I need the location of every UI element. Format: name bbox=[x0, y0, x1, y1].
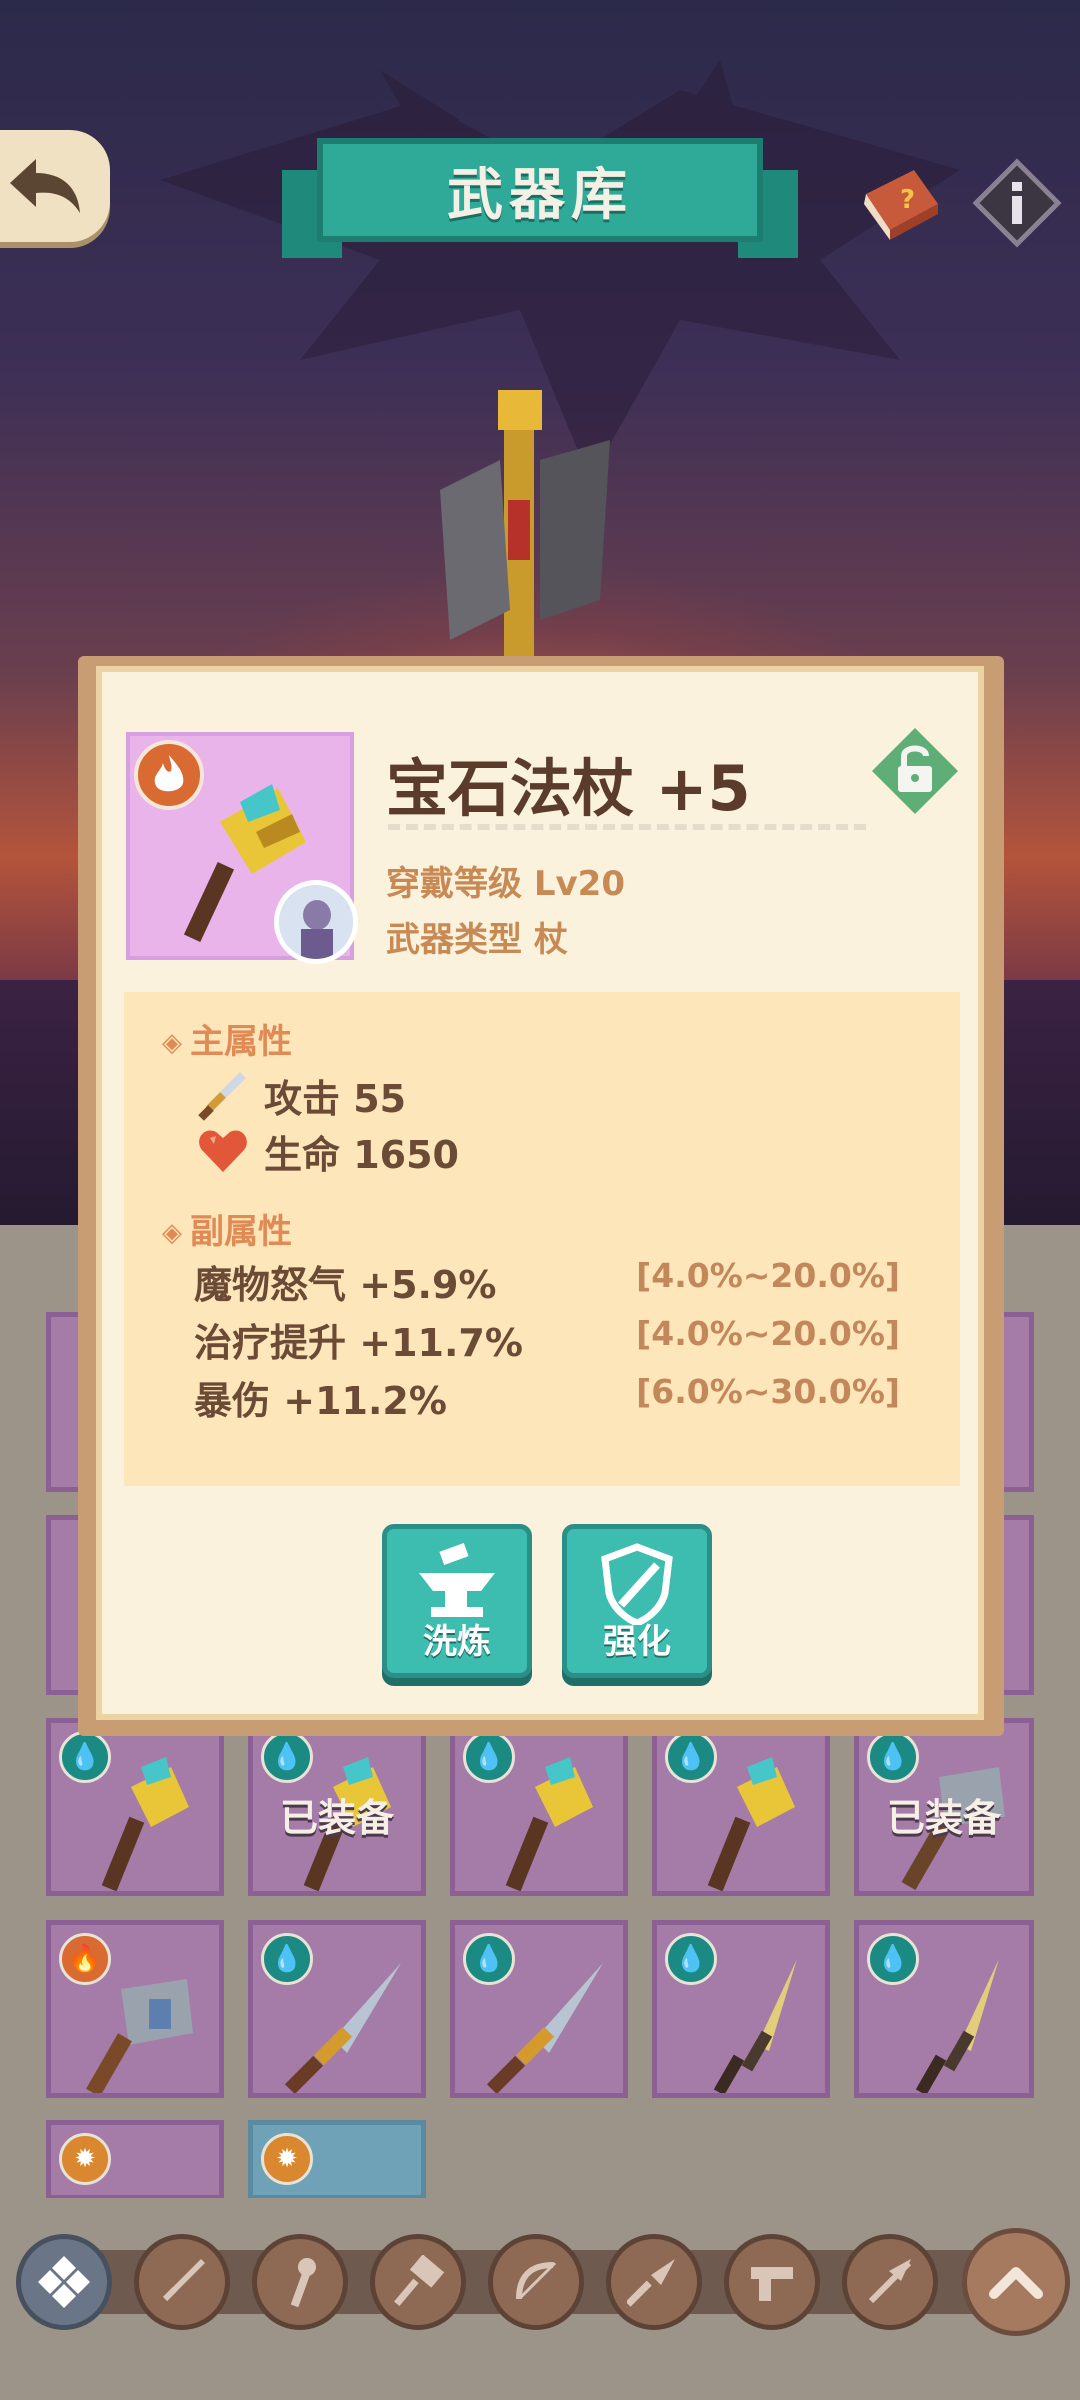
tab-staff[interactable] bbox=[252, 2234, 348, 2330]
sub-stat-range: [6.0%~30.0%] bbox=[636, 1372, 900, 1411]
item-portrait bbox=[126, 732, 358, 964]
weapon-type: 武器类型 杖 bbox=[386, 920, 568, 960]
fire-element-icon bbox=[134, 740, 204, 810]
tab-all[interactable] bbox=[16, 2234, 112, 2330]
sub-stat-range: [4.0%~20.0%] bbox=[636, 1314, 900, 1353]
sun-element-icon: ✹ bbox=[59, 2133, 111, 2185]
tab-bow[interactable] bbox=[488, 2234, 584, 2330]
inventory-slot[interactable]: 💧 bbox=[854, 1920, 1034, 2098]
sword-icon bbox=[198, 1072, 246, 1121]
back-button[interactable] bbox=[0, 130, 110, 242]
diamond-bullet-icon: ◈ bbox=[162, 1218, 182, 1248]
divider bbox=[388, 824, 866, 830]
item-detail-card: 宝石法杖 +5 穿戴等级 Lv20 武器类型 杖 ◈ 主属性 攻击 55 生命 1… bbox=[96, 666, 984, 1720]
lance-category-icon bbox=[868, 2259, 912, 2304]
wear-level: 穿戴等级 Lv20 bbox=[386, 864, 625, 904]
equipped-label: 已装备 bbox=[279, 1796, 394, 1840]
shield-sword-icon bbox=[601, 1543, 673, 1625]
main-attributes-heading: ◈ 主属性 bbox=[162, 1022, 292, 1062]
reforge-label: 洗炼 bbox=[423, 1622, 491, 1662]
enhance-label: 强化 bbox=[603, 1622, 671, 1662]
tab-sword[interactable] bbox=[134, 2234, 230, 2330]
collapse-button[interactable] bbox=[962, 2228, 1070, 2336]
tab-gun[interactable] bbox=[724, 2234, 820, 2330]
hammer-icon bbox=[440, 390, 610, 670]
inventory-slot[interactable]: ✹ bbox=[46, 2120, 224, 2200]
reforge-button[interactable]: 洗炼 bbox=[382, 1524, 532, 1678]
inventory-slot[interactable]: 💧 bbox=[652, 1920, 830, 2098]
character-avatar-icon bbox=[274, 880, 358, 964]
sub-stat: 暴伤 +11.2% bbox=[194, 1379, 447, 1423]
sun-element-icon: ✹ bbox=[261, 2133, 313, 2185]
inventory-slot[interactable]: ✹ bbox=[248, 2120, 426, 2200]
tab-lance[interactable] bbox=[842, 2234, 938, 2330]
sub-stat: 魔物怒气 +5.9% bbox=[194, 1263, 497, 1307]
tab-spear[interactable] bbox=[606, 2234, 702, 2330]
equipped-label: 已装备 bbox=[886, 1796, 1001, 1840]
title-banner: 武器库 bbox=[282, 138, 798, 262]
inventory-slot[interactable]: 🔥 bbox=[46, 1920, 224, 2098]
staff-category-icon bbox=[290, 2258, 316, 2308]
item-name: 宝石法杖 +5 bbox=[386, 752, 751, 825]
inventory-slot[interactable]: 💧 bbox=[46, 1718, 224, 1896]
gem-staff-icon bbox=[505, 1757, 593, 1891]
attack-stat: 攻击 55 bbox=[264, 1077, 407, 1121]
dagger-icon bbox=[284, 1963, 401, 2093]
anvil-icon bbox=[419, 1543, 495, 1617]
gem-staff-icon bbox=[101, 1757, 189, 1891]
hammer-icon bbox=[86, 1979, 193, 2093]
svg-text:?: ? bbox=[900, 185, 915, 215]
short-sword-icon bbox=[713, 1959, 797, 2093]
hammer-category-icon bbox=[394, 2255, 445, 2307]
dagger-icon bbox=[486, 1963, 603, 2093]
inventory-slot[interactable]: 💧 bbox=[652, 1718, 830, 1896]
inventory-slot[interactable]: 💧 bbox=[450, 1718, 628, 1896]
inventory-slot[interactable]: 💧 已装备 bbox=[248, 1718, 426, 1896]
help-book-icon[interactable]: ? bbox=[852, 164, 944, 244]
inventory-slot[interactable]: 💧 bbox=[450, 1920, 628, 2098]
back-arrow-icon bbox=[10, 159, 80, 213]
sub-stat-range: [4.0%~20.0%] bbox=[636, 1256, 900, 1295]
collapse-up-icon bbox=[989, 2267, 1043, 2299]
inventory-slot[interactable]: 💧 已装备 bbox=[854, 1718, 1034, 1896]
sword-category-icon bbox=[162, 2259, 205, 2302]
attributes-panel: ◈ 主属性 攻击 55 生命 1650 ◈ 副属性 魔物怒气 +5.9% [4.0%… bbox=[124, 992, 960, 1486]
health-stat: 生命 1650 bbox=[264, 1133, 459, 1177]
inventory-slot[interactable]: 💧 bbox=[248, 1920, 426, 2098]
page-title: 武器库 bbox=[447, 162, 633, 228]
tab-hammer[interactable] bbox=[370, 2234, 466, 2330]
short-sword-icon bbox=[915, 1959, 999, 2093]
all-categories-icon bbox=[38, 2256, 90, 2308]
enhance-button[interactable]: 强化 bbox=[562, 1524, 712, 1678]
unlocked-lock-icon[interactable] bbox=[870, 726, 960, 816]
info-icon[interactable] bbox=[972, 158, 1062, 248]
diamond-bullet-icon: ◈ bbox=[162, 1028, 182, 1058]
heart-icon bbox=[199, 1130, 247, 1172]
gun-category-icon bbox=[751, 2267, 793, 2301]
category-tab-bar bbox=[0, 2198, 1080, 2400]
sub-attributes-heading: ◈ 副属性 bbox=[162, 1212, 292, 1252]
spear-category-icon bbox=[627, 2259, 675, 2307]
sub-stat: 治疗提升 +11.7% bbox=[194, 1321, 523, 1365]
gem-staff-icon bbox=[707, 1757, 795, 1891]
bow-category-icon bbox=[516, 2261, 557, 2300]
